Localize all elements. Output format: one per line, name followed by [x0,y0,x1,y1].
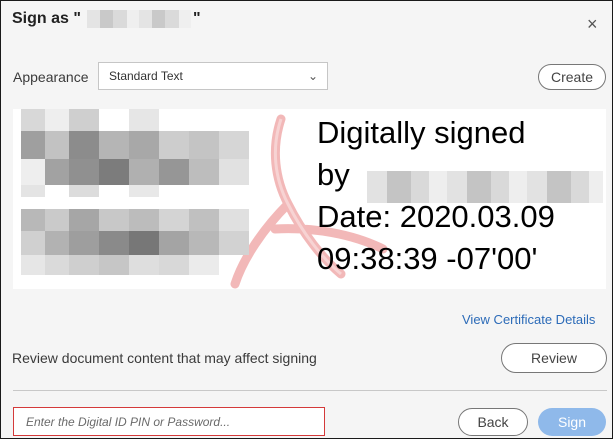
appearance-selected-value: Standard Text [109,69,183,83]
signature-time-line: 09:38:39 -07'00' [317,241,538,276]
sign-dialog: Sign as " " × Appearance Standard Text ⌄… [0,0,613,439]
dialog-title-prefix: Sign as " [12,10,81,27]
signature-date-line: Date: 2020.03.09 [317,199,555,234]
appearance-label: Appearance [13,69,89,85]
pin-password-input[interactable] [13,407,325,436]
signature-line-1: Digitally signed [317,115,526,150]
review-description: Review document content that may affect … [12,350,317,366]
review-button[interactable]: Review [501,343,607,373]
view-certificate-details-link[interactable]: View Certificate Details [462,312,595,327]
divider [13,390,607,391]
appearance-select[interactable]: Standard Text ⌄ [98,62,328,90]
signature-line-2: by [317,157,350,192]
close-icon[interactable]: × [587,15,598,33]
title-bar: Sign as " " × [1,1,612,45]
redacted-signer-name [87,10,191,28]
sign-button[interactable]: Sign [538,408,606,436]
chevron-down-icon: ⌄ [307,69,318,83]
signature-preview: Digitally signed by Date: 2020.03.09 09:… [13,109,606,289]
create-button[interactable]: Create [538,64,606,90]
back-button[interactable]: Back [458,408,528,436]
dialog-title-suffix: " [193,10,201,27]
